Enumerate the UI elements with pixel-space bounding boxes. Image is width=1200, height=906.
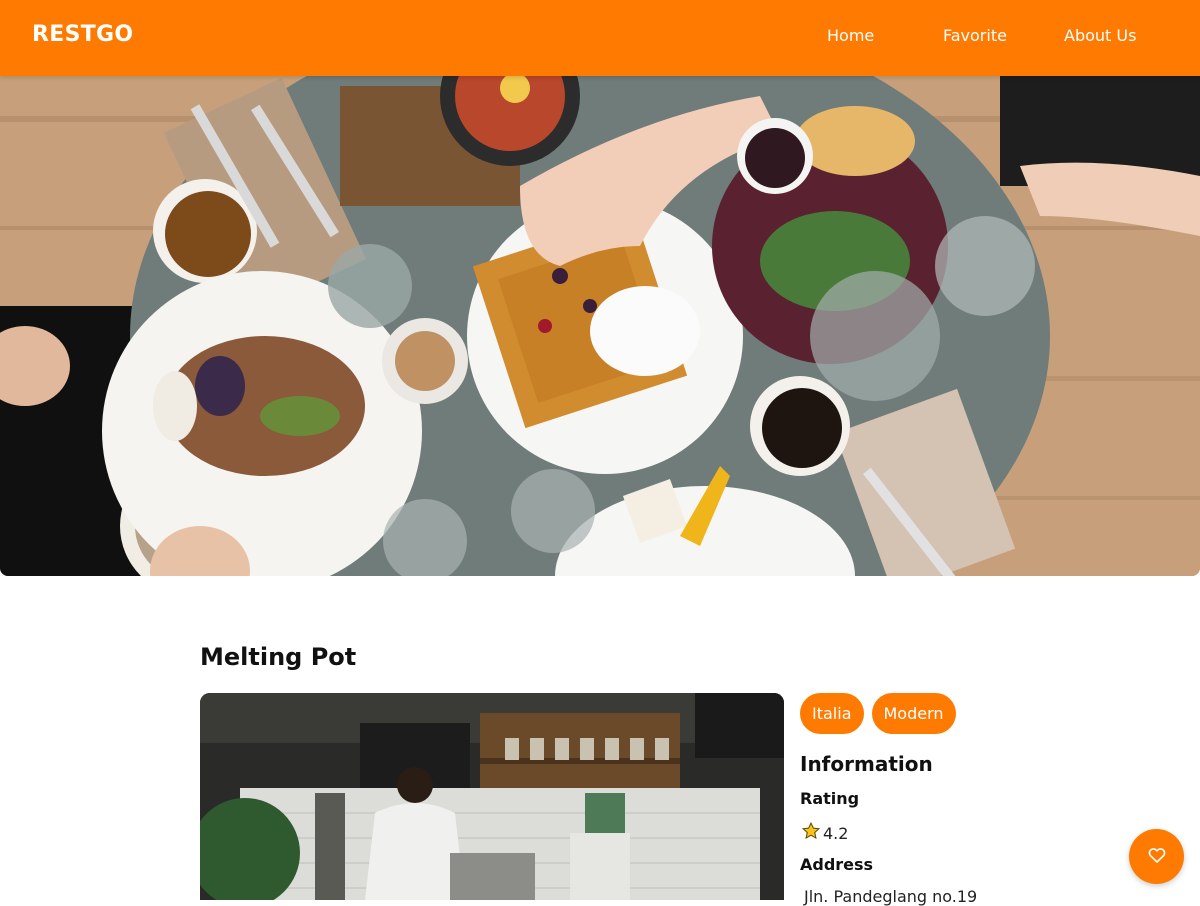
nav-favorite-link[interactable]: Favorite — [943, 26, 1007, 45]
hero-food-illustration — [0, 76, 1200, 576]
app-header: RESTGO Home Favorite About Us — [0, 0, 1200, 76]
cuisine-tags: Italia Modern — [800, 693, 956, 734]
nav-home-link[interactable]: Home — [827, 26, 874, 45]
cafe-interior-illustration — [200, 693, 784, 900]
tag-italia[interactable]: Italia — [800, 693, 864, 734]
favorite-button[interactable] — [1129, 829, 1184, 884]
information-heading: Information — [800, 752, 933, 776]
rating-label: Rating — [800, 789, 860, 808]
restaurant-name: Melting Pot — [200, 643, 357, 671]
hero-image — [0, 76, 1200, 576]
address-value: Jln. Pandeglang no.19 — [804, 887, 978, 906]
rating-value: 4.2 — [823, 823, 849, 843]
address-label: Address — [800, 855, 874, 874]
brand-logo[interactable]: RESTGO — [32, 22, 133, 47]
restaurant-photo — [200, 693, 784, 900]
nav-about-link[interactable]: About Us — [1064, 26, 1136, 45]
heart-icon — [1147, 845, 1167, 868]
rating-row: 4.2 — [801, 821, 848, 845]
star-icon — [801, 821, 821, 845]
tag-modern[interactable]: Modern — [871, 693, 956, 734]
